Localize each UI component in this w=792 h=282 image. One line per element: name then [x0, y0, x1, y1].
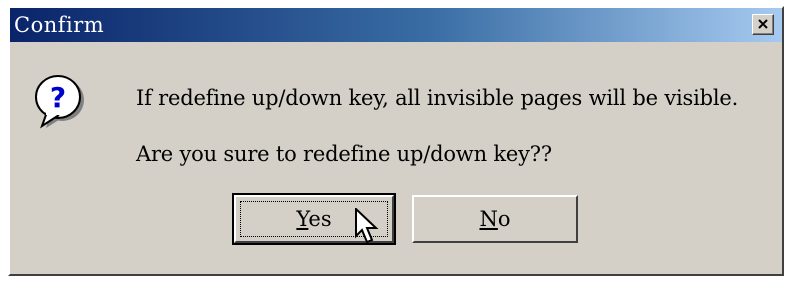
title-bar[interactable]: Confirm — [10, 8, 782, 42]
close-icon — [758, 19, 768, 29]
message-line-2: Are you sure to redefine up/down key?? — [136, 142, 552, 166]
no-button[interactable]: No — [412, 195, 578, 243]
message-line-1: If redefine up/down key, all invisible p… — [136, 86, 739, 110]
window-title: Confirm — [14, 13, 105, 37]
no-mnemonic: N — [479, 207, 498, 231]
question-icon: ? — [35, 75, 84, 129]
mouse-cursor-icon — [355, 208, 379, 244]
confirm-dialog: Confirm ? If redefine up/down key, all i… — [8, 6, 784, 276]
close-button[interactable] — [752, 14, 774, 35]
no-label-rest: o — [497, 207, 511, 231]
svg-text:?: ? — [50, 81, 66, 114]
